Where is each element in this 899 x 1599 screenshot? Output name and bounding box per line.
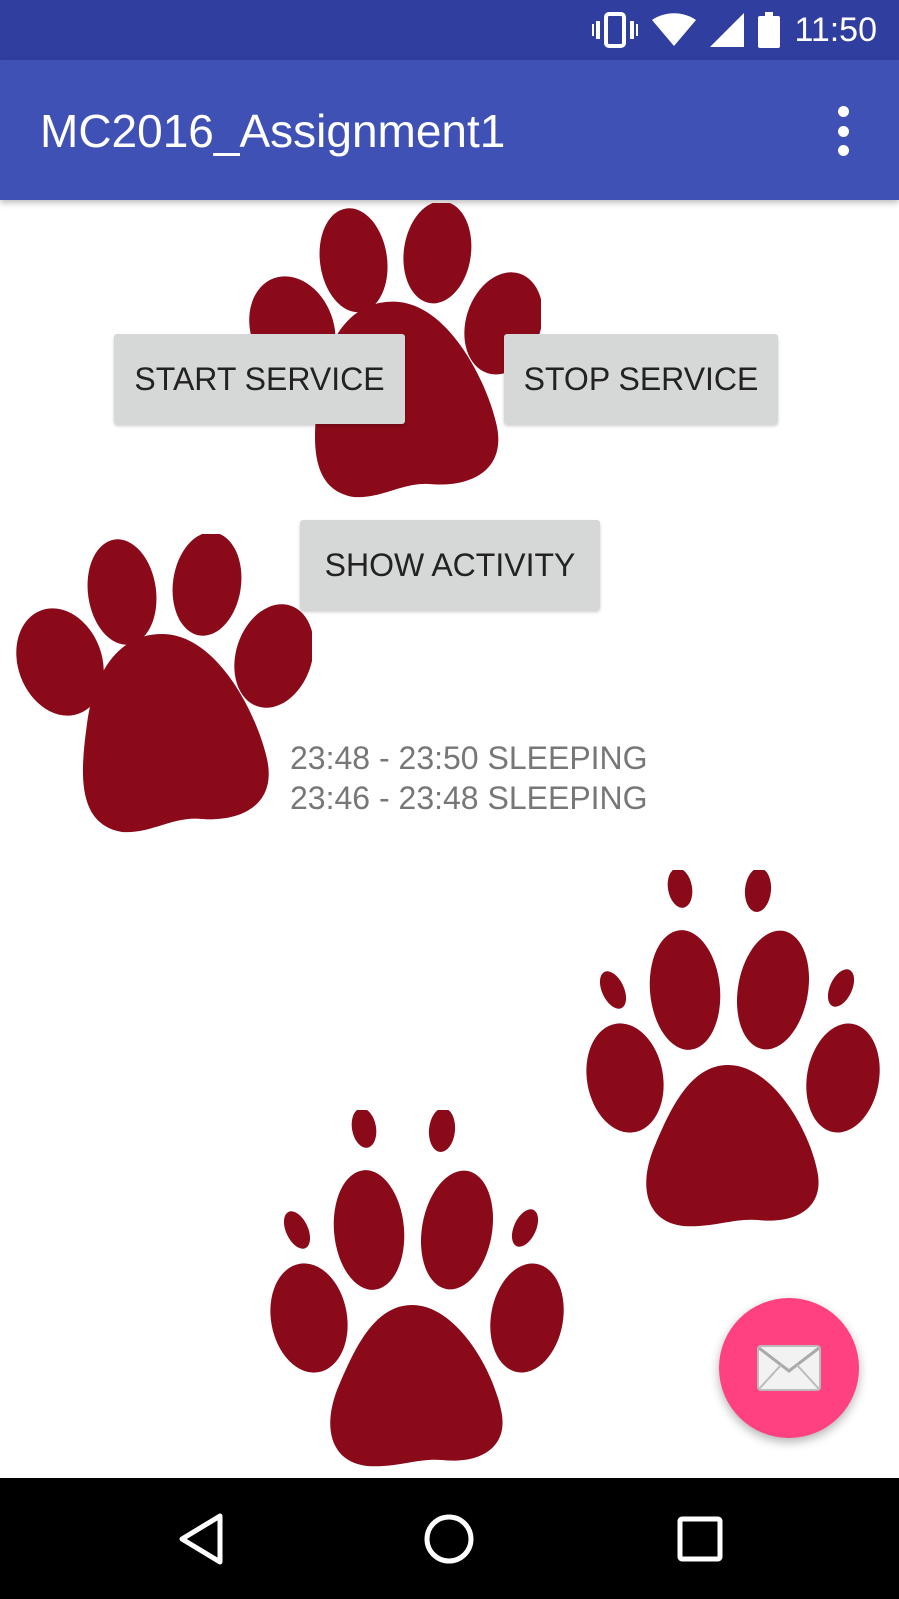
show-activity-button[interactable]: SHOW ACTIVITY [300, 520, 600, 610]
status-bar: 11:50 [0, 0, 899, 60]
stop-service-button[interactable]: STOP SERVICE [504, 334, 778, 424]
mail-icon [757, 1345, 821, 1391]
recents-icon [677, 1516, 723, 1561]
activity-log: 23:48 - 23:50 SLEEPING 23:46 - 23:48 SLE… [290, 738, 648, 818]
paw-print-icon [583, 870, 883, 1230]
main-content: START SERVICE STOP SERVICE SHOW ACTIVITY… [0, 200, 899, 1478]
home-icon [424, 1514, 474, 1563]
cell-signal-icon [710, 13, 745, 47]
overflow-menu-icon[interactable] [831, 106, 855, 156]
app-bar: MC2016_Assignment1 [0, 60, 899, 200]
activity-log-entry: 23:46 - 23:48 SLEEPING [290, 780, 648, 816]
paw-print-icon [12, 534, 312, 834]
vibrate-icon [592, 12, 639, 48]
paw-print-icon [267, 1110, 567, 1470]
wifi-icon [652, 13, 697, 46]
recents-button[interactable] [640, 1478, 760, 1599]
start-service-button[interactable]: START SERVICE [114, 334, 405, 424]
activity-log-entry: 23:48 - 23:50 SLEEPING [290, 740, 648, 776]
navigation-bar [0, 1478, 899, 1599]
back-icon [179, 1513, 223, 1564]
status-time: 11:50 [794, 10, 877, 49]
app-title: MC2016_Assignment1 [40, 105, 506, 157]
mail-fab-button[interactable] [719, 1298, 859, 1438]
home-button[interactable] [389, 1478, 509, 1599]
battery-icon [758, 12, 781, 48]
back-button[interactable] [141, 1478, 261, 1599]
